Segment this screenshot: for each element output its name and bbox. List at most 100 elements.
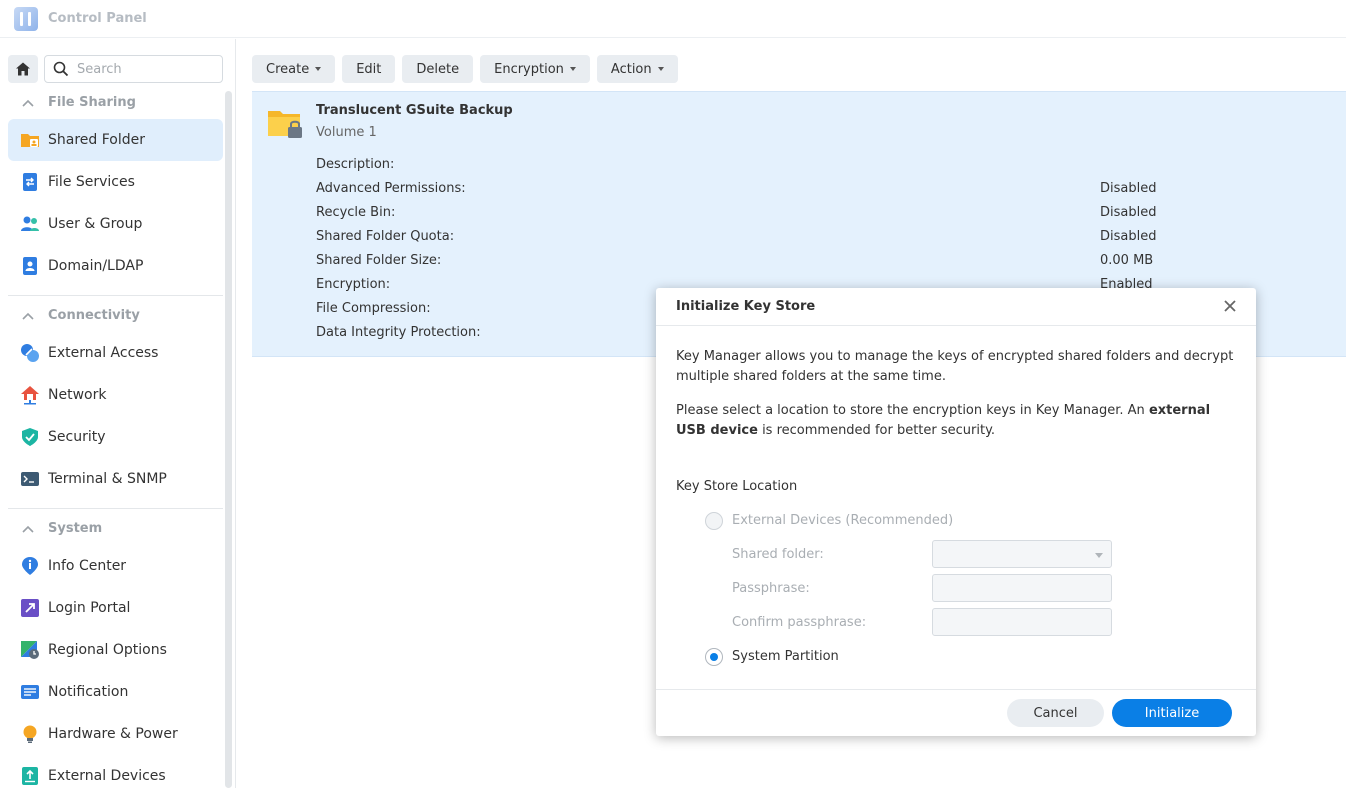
sidebar-item-file-services[interactable]: File Services	[8, 161, 223, 203]
prop-recycle-bin-label: Recycle Bin:	[316, 205, 396, 220]
caret-down-icon	[1095, 553, 1103, 558]
recommendation-suffix: is recommended for better security.	[757, 423, 996, 438]
section-system[interactable]: System	[22, 521, 102, 536]
sidebar-item-shared-folder[interactable]: Shared Folder	[8, 119, 223, 161]
network-icon	[21, 386, 39, 405]
external-devices-icon	[22, 767, 38, 785]
create-label: Create	[266, 61, 310, 77]
sidebar-item-terminal-snmp[interactable]: Terminal & SNMP	[8, 458, 223, 500]
lightbulb-icon	[23, 725, 37, 743]
confirm-passphrase-input[interactable]	[932, 608, 1112, 636]
regional-options-icon	[21, 641, 39, 659]
sidebar-item-login-portal[interactable]: Login Portal	[8, 587, 223, 629]
section-file-sharing[interactable]: File Sharing	[22, 95, 136, 110]
search-box[interactable]	[44, 55, 223, 83]
sidebar-item-label: Terminal & SNMP	[48, 471, 167, 487]
passphrase-input[interactable]	[932, 574, 1112, 602]
sidebar: File Sharing Shared Folder File Services…	[0, 39, 236, 788]
folder-name: Translucent GSuite Backup	[316, 103, 513, 118]
sidebar-item-external-access[interactable]: External Access	[8, 332, 223, 374]
sidebar-item-label: External Access	[48, 345, 159, 361]
search-input[interactable]	[77, 61, 217, 77]
sidebar-item-label: Info Center	[48, 558, 127, 574]
section-connectivity[interactable]: Connectivity	[22, 308, 140, 323]
section-title: System	[48, 521, 103, 536]
sidebar-item-label: Domain/LDAP	[48, 258, 144, 274]
search-icon	[53, 61, 69, 77]
prop-description-label: Description:	[316, 157, 395, 172]
caret-down-icon	[315, 67, 322, 71]
sidebar-top	[8, 55, 223, 83]
sidebar-item-hardware-power[interactable]: Hardware & Power	[8, 713, 223, 755]
sidebar-item-label: Hardware & Power	[48, 726, 178, 742]
encrypted-folder-icon	[268, 111, 302, 138]
title-bar: Control Panel	[0, 0, 1346, 38]
encryption-button[interactable]: Encryption	[480, 55, 590, 83]
shared-folder-icon	[21, 134, 39, 147]
initialize-button[interactable]: Initialize	[1112, 699, 1232, 727]
sidebar-item-network[interactable]: Network	[8, 374, 223, 416]
sidebar-item-security[interactable]: Security	[8, 416, 223, 458]
prop-quota-value: Disabled	[1100, 229, 1157, 244]
action-label: Action	[610, 61, 652, 77]
sidebar-item-info-center[interactable]: Info Center	[8, 545, 223, 587]
prop-integrity-label: Data Integrity Protection:	[316, 325, 481, 340]
sidebar-item-label: Network	[48, 387, 107, 403]
sidebar-scrollbar[interactable]	[225, 91, 232, 788]
prop-encryption-label: Encryption:	[316, 277, 391, 292]
caret-down-icon	[657, 67, 664, 71]
folder-volume: Volume 1	[316, 125, 377, 140]
sidebar-item-external-devices[interactable]: External Devices	[8, 755, 223, 788]
chevron-up-icon	[22, 525, 34, 533]
home-button[interactable]	[8, 55, 38, 83]
sidebar-item-user-group[interactable]: User & Group	[8, 203, 223, 245]
notification-icon	[21, 685, 39, 699]
sidebar-item-label: External Devices	[48, 768, 166, 784]
login-portal-icon	[21, 599, 39, 617]
terminal-icon	[21, 472, 39, 486]
home-icon	[16, 62, 30, 76]
section-title: File Sharing	[48, 95, 136, 110]
sidebar-item-label: File Services	[48, 174, 135, 190]
close-icon[interactable]	[1222, 298, 1238, 314]
dialog-header: Initialize Key Store	[656, 288, 1256, 326]
dialog-recommendation: Please select a location to store the en…	[676, 401, 1241, 441]
sidebar-item-notification[interactable]: Notification	[8, 671, 223, 713]
delete-button[interactable]: Delete	[402, 55, 474, 83]
sidebar-item-domain-ldap[interactable]: Domain/LDAP	[8, 245, 223, 287]
cancel-button[interactable]: Cancel	[1007, 699, 1104, 727]
sidebar-item-label: Regional Options	[48, 642, 167, 658]
sidebar-item-label: Security	[48, 429, 106, 445]
action-button[interactable]: Action	[596, 55, 678, 83]
delete-label: Delete	[416, 61, 460, 77]
user-group-icon	[21, 216, 39, 231]
dialog-description: Key Manager allows you to manage the key…	[676, 349, 1234, 384]
prop-advanced-permissions-value: Disabled	[1100, 181, 1157, 196]
sidebar-item-label: Notification	[48, 684, 129, 700]
system-partition-radio[interactable]	[705, 648, 723, 666]
confirm-passphrase-label: Confirm passphrase:	[732, 615, 867, 630]
sidebar-item-regional-options[interactable]: Regional Options	[8, 629, 223, 671]
create-button[interactable]: Create	[252, 55, 336, 83]
initialize-key-store-dialog: Initialize Key Store Key Manager allows …	[656, 288, 1256, 736]
shared-folder-select[interactable]	[932, 540, 1112, 568]
key-store-location-label: Key Store Location	[676, 479, 798, 494]
external-devices-radio[interactable]	[705, 512, 723, 530]
prop-size-label: Shared Folder Size:	[316, 253, 442, 268]
recommendation-prefix: Please select a location to store the en…	[676, 403, 1149, 418]
section-title: Connectivity	[48, 308, 140, 323]
edit-label: Edit	[356, 61, 382, 77]
chevron-up-icon	[22, 99, 34, 107]
toolbar: Create Edit Delete Encryption Action	[252, 55, 685, 83]
prop-size-value: 0.00 MB	[1100, 253, 1154, 268]
prop-quota-label: Shared Folder Quota:	[316, 229, 455, 244]
caret-down-icon	[569, 67, 576, 71]
edit-button[interactable]: Edit	[342, 55, 396, 83]
domain-ldap-icon	[23, 257, 37, 275]
section-divider	[8, 508, 223, 509]
prop-advanced-permissions-label: Advanced Permissions:	[316, 181, 466, 196]
sidebar-item-label: User & Group	[48, 216, 143, 232]
prop-recycle-bin-value: Disabled	[1100, 205, 1157, 220]
section-divider	[8, 295, 223, 296]
control-panel-icon	[14, 6, 38, 31]
